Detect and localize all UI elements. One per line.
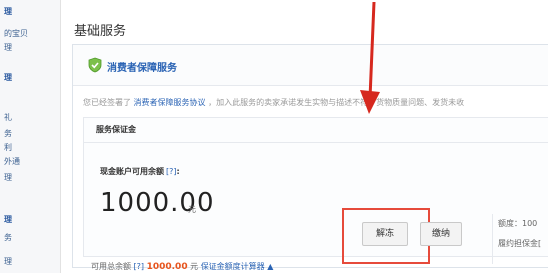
sidebar-item[interactable]: 理: [4, 72, 12, 83]
available-label-text: 现金账户可用余额: [100, 167, 164, 176]
deposit-card: 服务保证金 现金账户可用余额 [?]: 1000.00 元 解冻 缴纳 额度：10…: [83, 117, 548, 264]
agreement-text: 您已经签署了 消费者保障服务协议 ，加入此服务的卖家承诺发生实物与描述不符、货物…: [83, 97, 464, 108]
divider: [492, 214, 493, 264]
sidebar-item[interactable]: 理: [4, 172, 12, 183]
total-value: 1000.00: [146, 262, 188, 272]
page-title: 基础服务: [74, 24, 127, 39]
sidebar-item[interactable]: 理: [4, 256, 12, 267]
total-balance-row: 可用总余额 [?] 1000.00 元 保证金额度计算器 ▲: [91, 261, 273, 272]
left-sidebar: 理的宝贝理理礼务利外通理理务理: [0, 0, 61, 273]
sidebar-item[interactable]: 务: [4, 232, 12, 243]
sidebar-item[interactable]: 外通: [4, 156, 20, 167]
divider: [84, 142, 548, 143]
colon: :: [176, 167, 180, 176]
sidebar-item[interactable]: 的宝贝: [4, 28, 28, 39]
panel-title[interactable]: 消费者保障服务: [107, 59, 177, 74]
calculator-link[interactable]: 保证金额度计算器 ▲: [201, 262, 274, 271]
help-link[interactable]: [?]: [134, 262, 145, 271]
main-content: 基础服务 消费者保障服务 您已经签署了 消费者保障服务协议 ，加入此服务的卖家承…: [64, 0, 548, 273]
total-label: 可用总余额: [91, 262, 131, 271]
agreement-link[interactable]: 消费者保障服务协议: [134, 98, 206, 107]
balance-amount: 1000.00: [100, 188, 215, 218]
sidebar-item[interactable]: 理: [4, 42, 12, 53]
sidebar-item[interactable]: 理: [4, 214, 12, 225]
pay-button[interactable]: 缴纳: [420, 222, 462, 246]
consumer-protection-panel: 消费者保障服务 您已经签署了 消费者保障服务协议 ，加入此服务的卖家承诺发生实物…: [72, 44, 548, 272]
red-arrow-annotation: [360, 1, 380, 114]
agreement-prefix: 您已经签署了: [83, 98, 131, 107]
sidebar-item[interactable]: 利: [4, 142, 12, 153]
sidebar-item[interactable]: 理: [4, 6, 12, 17]
bond-label: 履约担保金[: [498, 239, 542, 248]
sidebar-item[interactable]: 礼: [4, 112, 12, 123]
total-unit: 元: [190, 262, 199, 271]
quota-label: 额度：100: [498, 219, 538, 228]
panel-header: 消费者保障服务: [73, 45, 548, 86]
agreement-suffix: ，加入此服务的卖家承诺发生实物与描述不符、货物质量问题、发货未收: [208, 98, 465, 107]
unfreeze-button[interactable]: 解冻: [362, 222, 408, 246]
sidebar-item[interactable]: 务: [4, 128, 12, 139]
available-balance-label: 现金账户可用余额 [?]:: [100, 166, 180, 177]
card-title: 服务保证金: [96, 125, 136, 134]
amount-unit: 元: [188, 205, 196, 214]
help-link[interactable]: [?]: [166, 167, 177, 176]
shield-icon: [88, 57, 102, 73]
